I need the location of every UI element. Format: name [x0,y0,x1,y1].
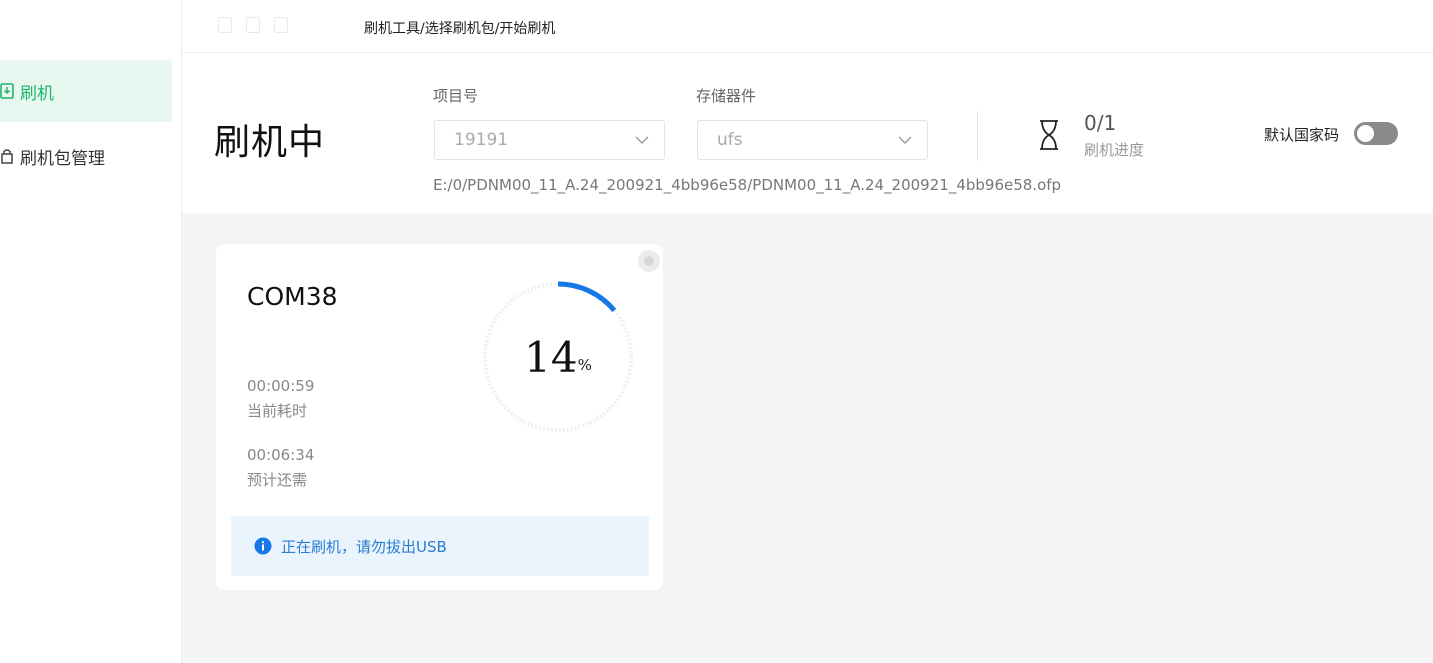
sidebar: 刷机 刷机包管理 [0,0,182,663]
elapsed-time-value: 00:00:59 [247,377,315,395]
sidebar-item-package-management[interactable]: 刷机包管理 [0,125,172,187]
flash-notice-text: 正在刷机，请勿拔出USB [281,537,447,556]
forward-icon [274,17,288,33]
chevron-down-icon [635,136,649,144]
project-label: 项目号 [433,87,479,105]
firmware-file-path: E:/0/PDNM00_11_A.24_200921_4bb96e58/PDNM… [433,176,1062,194]
toggle-knob [1357,125,1374,142]
progress-percent-value: 14 [524,332,578,382]
project-select-value: 19191 [454,130,509,150]
window-icon [218,17,232,33]
device-port: COM38 [247,282,338,311]
package-icon [1,149,13,164]
sidebar-item-flash[interactable]: 刷机 [0,60,172,122]
remaining-time-label: 预计还需 [247,471,308,489]
elapsed-time-label: 当前耗时 [247,402,308,420]
default-country-code-toggle[interactable] [1354,122,1398,145]
device-area: COM38 00:00:59 当前耗时 00:06:34 预计还需 14 % 正… [182,213,1433,663]
storage-select[interactable]: ufs [697,120,928,160]
flash-notice: 正在刷机，请勿拔出USB [231,516,649,576]
header-divider [977,111,978,161]
storage-label: 存储器件 [696,87,757,105]
project-select[interactable]: 19191 [434,120,665,160]
back-icon [246,17,260,33]
flash-progress-count: 0/1 [1084,111,1117,135]
device-card: COM38 00:00:59 当前耗时 00:06:34 预计还需 14 % 正… [216,244,663,590]
flash-icon [0,83,14,99]
page-title: 刷机中 [214,122,326,163]
sidebar-item-label: 刷机包管理 [20,148,105,169]
close-icon[interactable] [638,250,660,272]
info-icon [254,537,272,555]
sidebar-item-label: 刷机 [20,83,54,104]
flash-progress-label: 刷机进度 [1084,141,1145,159]
toolbar-ghost-icons [218,17,288,33]
progress-percent: 14 % [478,277,638,437]
remaining-time-value: 00:06:34 [247,446,315,464]
progress-percent-unit: % [577,356,592,374]
storage-select-value: ufs [717,130,743,150]
app-window: 刷机 刷机包管理 刷机工具/选择刷机包/开始刷机 刷机中 项目号 19191 存… [0,0,1433,663]
flash-header: 刷机中 项目号 19191 存储器件 ufs E:/0/PDNM00_11_A.… [182,53,1433,213]
top-bar: 刷机工具/选择刷机包/开始刷机 [182,0,1433,53]
chevron-down-icon [898,136,912,144]
default-country-code-label: 默认国家码 [1264,126,1340,144]
hourglass-icon [1040,120,1058,150]
breadcrumb: 刷机工具/选择刷机包/开始刷机 [364,21,556,37]
